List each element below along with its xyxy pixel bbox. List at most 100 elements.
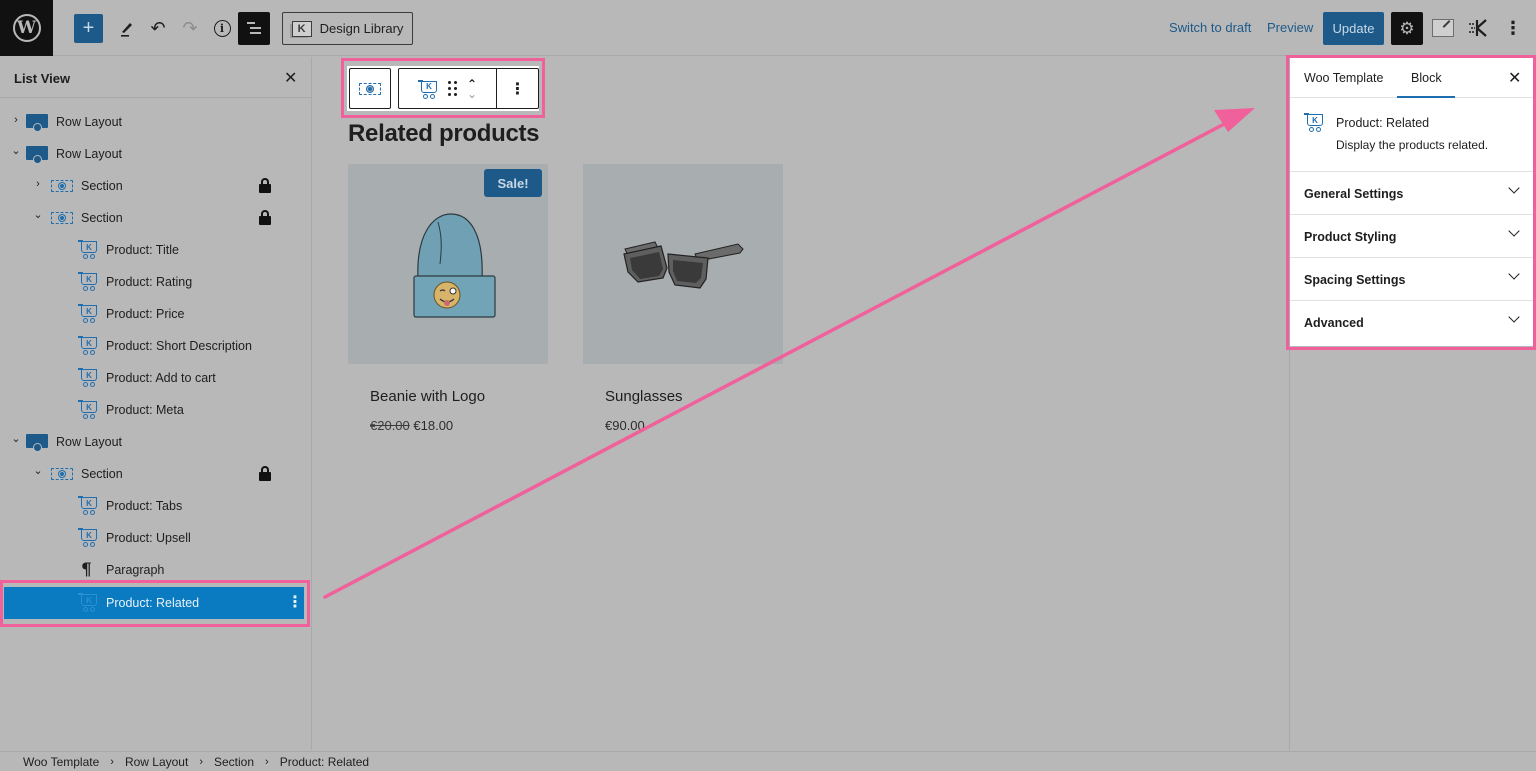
list-view-item-label: Product: Add to cart: [106, 371, 216, 385]
tools-button[interactable]: [113, 14, 139, 43]
product-name[interactable]: Sunglasses: [605, 388, 683, 405]
list-view-item[interactable]: ⌄ Section: [0, 458, 300, 490]
update-button[interactable]: Update: [1323, 12, 1384, 45]
block-breadcrumb: Woo Template › Row Layout › Section › Product:…: [0, 751, 1536, 771]
select-parent-block-button[interactable]: [349, 68, 391, 109]
undo-icon: ↶: [150, 18, 166, 38]
list-view-item-label: Section: [81, 211, 123, 225]
drag-handle-icon[interactable]: [447, 81, 457, 96]
product-card: Sale! Beanie with Logo €20.00 €18.00: [348, 164, 548, 433]
wordpress-logo-button[interactable]: W: [0, 0, 53, 56]
design-library-button[interactable]: K Design Library: [282, 12, 413, 45]
product-cart-icon: K: [1304, 112, 1324, 132]
list-view-item[interactable]: ⌄ Row Layout: [0, 426, 300, 458]
breadcrumb-item[interactable]: Section: [214, 755, 254, 769]
add-block-button[interactable]: +: [74, 14, 103, 43]
breadcrumb-separator-icon: ›: [199, 755, 203, 768]
more-vertical-icon: ⋮: [509, 80, 526, 98]
chevron-down-icon: [1508, 311, 1520, 323]
settings-panel-toggle[interactable]: Spacing Settings: [1290, 258, 1533, 301]
breadcrumb-item[interactable]: Product: Related: [280, 755, 369, 769]
settings-panel-toggle[interactable]: Advanced: [1290, 301, 1533, 344]
chevron-down-icon[interactable]: ⌄: [10, 144, 22, 157]
list-view-item[interactable]: K Product: Rating: [0, 266, 300, 298]
editor-mode-button[interactable]: [1432, 19, 1454, 37]
product-cart-icon: K: [78, 592, 98, 612]
list-view-item[interactable]: K Product: Short Description: [0, 330, 300, 362]
list-view-item[interactable]: K Product: Add to cart: [0, 362, 300, 394]
list-view-item[interactable]: K Product: Related ⋮: [4, 587, 304, 619]
product-image-beanie[interactable]: Sale!: [348, 164, 548, 364]
list-view-title: List View: [14, 71, 71, 86]
list-view-item[interactable]: ⌄ Section: [0, 202, 300, 234]
section-icon: [51, 468, 73, 480]
block-options-button[interactable]: ⋮: [496, 68, 539, 109]
product-image-sunglasses[interactable]: [583, 164, 783, 364]
breadcrumb-item[interactable]: Row Layout: [125, 755, 188, 769]
lock-icon: [259, 178, 271, 193]
tab-block[interactable]: Block: [1411, 71, 1442, 85]
list-view-item[interactable]: K Product: Upsell: [0, 522, 300, 554]
list-view-item[interactable]: ¶ Paragraph: [0, 554, 300, 586]
details-button[interactable]: i: [210, 14, 234, 43]
breadcrumb-item[interactable]: Woo Template: [23, 755, 99, 769]
settings-toggle-button[interactable]: ⚙: [1391, 12, 1423, 45]
redo-button[interactable]: ↷: [178, 14, 202, 43]
list-view-toggle-button[interactable]: [238, 12, 270, 45]
close-list-view-button[interactable]: ✕: [284, 68, 297, 88]
list-view-item-label: Row Layout: [56, 115, 123, 129]
section-icon: [51, 212, 73, 224]
settings-panel-toggle[interactable]: Product Styling: [1290, 215, 1533, 258]
list-view-item-label: Product: Upsell: [106, 531, 191, 545]
tab-woo-template[interactable]: Woo Template: [1304, 71, 1383, 85]
list-view-item-label: Product: Meta: [106, 403, 184, 417]
block-switcher-group: K ⌃ ⌄: [398, 68, 497, 109]
product-cart-icon: K: [78, 271, 98, 291]
item-options-button[interactable]: ⋮: [287, 592, 303, 612]
list-view-item[interactable]: K Product: Meta: [0, 394, 300, 426]
panel-title: Advanced: [1304, 316, 1364, 330]
breadcrumb-separator-icon: ›: [265, 755, 269, 768]
chevron-right-icon[interactable]: ›: [10, 114, 22, 126]
product-cart-icon: K: [78, 367, 98, 387]
product-cart-icon: K: [78, 399, 98, 419]
undo-button[interactable]: ↶: [146, 14, 170, 43]
list-view-item[interactable]: K Product: Title: [0, 234, 300, 266]
lock-icon: [259, 210, 271, 225]
row-layout-icon: [26, 146, 48, 164]
switch-to-draft-button[interactable]: Switch to draft: [1169, 20, 1251, 35]
product-cart-icon: K: [78, 303, 98, 323]
kadence-controls-button[interactable]: [1466, 16, 1490, 40]
chevron-down-icon: [1508, 225, 1520, 237]
preview-button[interactable]: Preview: [1267, 20, 1313, 35]
list-view-item-label: Product: Title: [106, 243, 179, 257]
chevron-down-icon: [1508, 182, 1520, 194]
list-view-item[interactable]: › Section: [0, 170, 300, 202]
move-down-button[interactable]: ⌄: [467, 88, 477, 100]
list-view-item[interactable]: K Product: Tabs: [0, 490, 300, 522]
list-view-item[interactable]: ⌄ Row Layout: [0, 138, 300, 170]
list-view-item[interactable]: K Product: Price: [0, 298, 300, 330]
chevron-down-icon[interactable]: ⌄: [32, 464, 44, 477]
list-view-icon: [247, 22, 261, 35]
list-view-item-label: Paragraph: [106, 563, 165, 577]
close-settings-button[interactable]: ✕: [1508, 68, 1521, 88]
list-view-item-label: Product: Short Description: [106, 339, 252, 353]
chevron-down-icon[interactable]: ⌄: [10, 432, 22, 445]
options-menu-button[interactable]: ⋮: [1504, 16, 1522, 40]
list-view-item-label: Section: [81, 179, 123, 193]
list-view-item[interactable]: › Row Layout: [0, 106, 300, 138]
list-view-panel: List View ✕ › Row Layout ⌄ Row Layout › Secti…: [0, 57, 312, 750]
product-name[interactable]: Beanie with Logo: [370, 388, 485, 405]
product-cart-icon[interactable]: K: [417, 79, 438, 99]
product-price: €20.00 €18.00: [370, 418, 453, 433]
list-view-item-label: Row Layout: [56, 147, 123, 161]
chevron-down-icon[interactable]: ⌄: [32, 208, 44, 221]
settings-panel-toggle[interactable]: General Settings: [1290, 172, 1533, 215]
kadence-logo-icon: K: [291, 20, 312, 37]
product-cart-icon: K: [78, 239, 98, 259]
chevron-right-icon[interactable]: ›: [32, 178, 44, 190]
sunglasses-image: [623, 241, 744, 289]
chevron-down-icon: [1508, 268, 1520, 280]
wordpress-logo-icon: W: [12, 14, 41, 42]
